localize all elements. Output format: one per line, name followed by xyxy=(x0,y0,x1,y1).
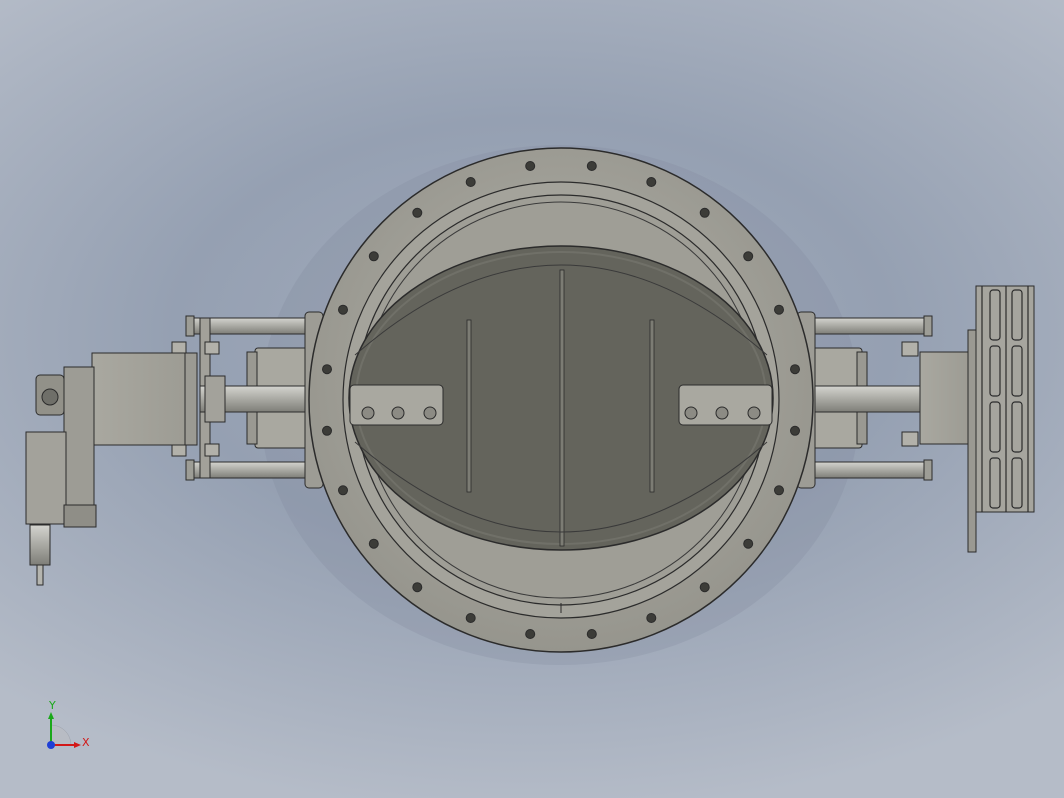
left-motor-housing xyxy=(25,431,67,525)
right-coupling xyxy=(975,285,1035,513)
bolt-hole xyxy=(699,207,710,218)
bolt-hole xyxy=(774,304,784,315)
orientation-triad[interactable] xyxy=(38,698,98,758)
right-nut-1 xyxy=(901,341,919,357)
triad-y-arrowhead xyxy=(48,712,54,719)
bolt-hole xyxy=(586,629,597,639)
left-gearbox-side xyxy=(63,366,95,528)
bolt-hole xyxy=(743,251,754,262)
right-nut-2 xyxy=(901,431,919,447)
left-input-shaft-tip xyxy=(36,564,44,586)
left-rod-end-bottom xyxy=(185,459,195,481)
bolt-hole xyxy=(790,364,800,375)
triad-quarter-disc xyxy=(50,724,72,746)
graphics-viewport[interactable]: Y X xyxy=(0,0,1064,798)
right-shaft xyxy=(811,385,928,413)
bolt-hole xyxy=(525,629,536,639)
left-input-shaft xyxy=(29,524,51,566)
left-nut-4 xyxy=(204,443,220,457)
bolt-hole xyxy=(322,425,332,436)
right-tie-rod-top xyxy=(807,317,927,335)
bolt-hole xyxy=(646,177,657,187)
bolt-hole xyxy=(525,161,536,171)
left-nut-2 xyxy=(171,443,187,457)
triad-x-label: X xyxy=(82,736,90,749)
bolt-hole xyxy=(412,207,423,218)
bolt-hole xyxy=(790,425,800,436)
right-rod-end-top xyxy=(923,315,933,337)
bolt-hole xyxy=(338,485,348,496)
bolt-hole xyxy=(412,582,423,593)
left-motor-plate xyxy=(63,504,97,528)
bolt-hole xyxy=(743,538,754,549)
right-bearing-block xyxy=(919,351,973,445)
right-end-plate xyxy=(967,329,977,553)
disc-rib-right xyxy=(649,319,655,493)
bolt-hole xyxy=(465,613,476,623)
bolt-hole xyxy=(368,251,379,262)
triad-x-arrowhead xyxy=(74,742,81,748)
right-tie-rod-bottom xyxy=(807,461,927,479)
triad-y-label: Y xyxy=(49,699,56,712)
right-rod-end-bottom xyxy=(923,459,933,481)
bolt-hole xyxy=(465,177,476,187)
left-limit-switch-knob xyxy=(41,388,59,406)
left-rod-end-top xyxy=(185,315,195,337)
right-bearing-assembly[interactable] xyxy=(807,285,1035,553)
bolt-hole xyxy=(338,304,348,315)
bolt-hole xyxy=(699,582,710,593)
bolt-hole xyxy=(646,613,657,623)
disc-rib-center xyxy=(559,269,565,547)
bolt-hole xyxy=(322,364,332,375)
bolt-hole xyxy=(586,161,597,171)
left-nut-1 xyxy=(171,341,187,355)
bolt-hole xyxy=(368,538,379,549)
valve-disc[interactable] xyxy=(348,245,774,551)
left-gearbox-flange xyxy=(184,352,198,446)
left-nut-3 xyxy=(204,341,220,355)
left-gearbox xyxy=(91,352,193,446)
valve-model[interactable] xyxy=(0,0,1064,798)
left-shaft-collar xyxy=(204,375,226,423)
bolt-hole xyxy=(774,485,784,496)
disc-rib-left xyxy=(466,319,472,493)
triad-z-axis xyxy=(47,741,55,749)
